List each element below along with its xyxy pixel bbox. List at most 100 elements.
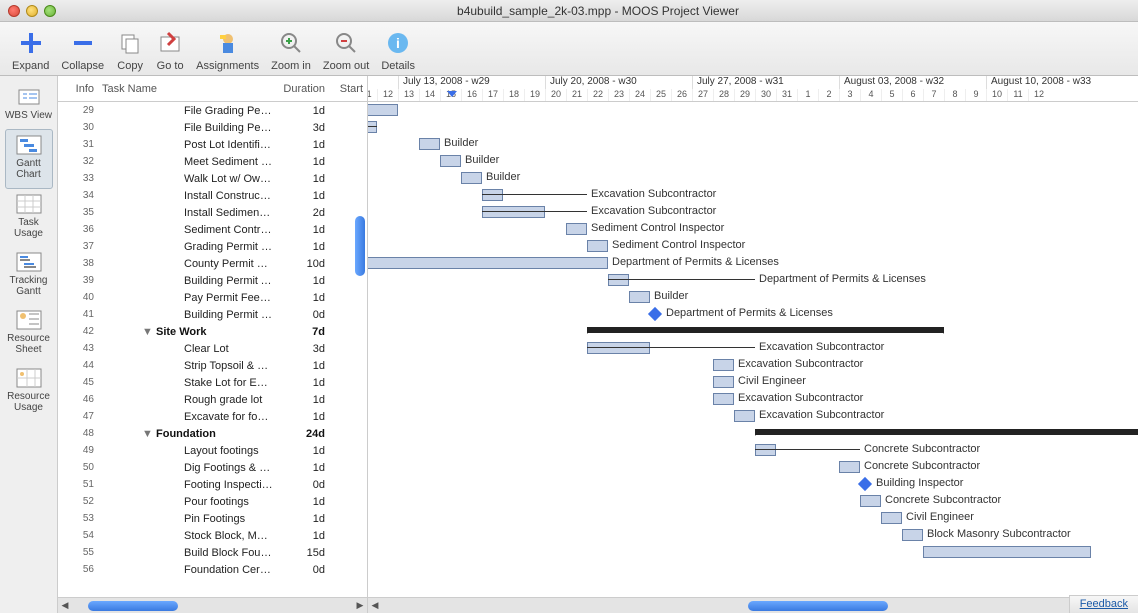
day-label: 6 (902, 89, 923, 102)
task-row[interactable]: 42▼Site Work7d (58, 323, 367, 340)
task-row[interactable]: 30File Building Per…3d (58, 119, 367, 136)
gantt-row: Concrete Subcontractor (368, 493, 1138, 510)
task-row[interactable]: 36Sediment Control…1d (58, 221, 367, 238)
task-row[interactable]: 38County Permit Pr…10d (58, 255, 367, 272)
task-bar[interactable] (566, 223, 587, 235)
task-row[interactable]: 47Excavate for fou…1d (58, 408, 367, 425)
summary-bar[interactable] (587, 327, 944, 333)
task-row[interactable]: 45Stake Lot for Exc…1d (58, 374, 367, 391)
task-row[interactable]: 31Post Lot Identific…1d (58, 136, 367, 153)
zoomin-button[interactable]: Zoom in (265, 26, 317, 74)
task-row[interactable]: 40Pay Permit Fees…1d (58, 289, 367, 306)
col-task-name[interactable]: Task Name (98, 83, 273, 95)
task-row[interactable]: 29File Grading Per…1d (58, 102, 367, 119)
goto-button[interactable]: Go to (150, 26, 190, 74)
zoom-icon[interactable] (44, 5, 56, 17)
task-row[interactable]: 50Dig Footings & In…1d (58, 459, 367, 476)
task-bar[interactable] (629, 291, 650, 303)
day-label: 16 (461, 89, 482, 102)
scroll-left-icon[interactable]: ◀ (368, 599, 382, 613)
scroll-left-icon[interactable]: ◀ (58, 599, 72, 613)
gantt-row: Concrete Subcontractor (368, 442, 1138, 459)
gantt-hscroll[interactable]: ◀ ▶ (368, 597, 1138, 613)
task-bar[interactable] (713, 376, 734, 388)
gantt-hscroll-thumb[interactable] (748, 601, 888, 611)
collapse-button[interactable]: Collapse (55, 26, 110, 74)
task-row[interactable]: 32Meet Sediment C…1d (58, 153, 367, 170)
task-row[interactable]: 53Pin Footings1d (58, 510, 367, 527)
task-row[interactable]: 39Building Permit A…1d (58, 272, 367, 289)
task-bar[interactable] (482, 189, 503, 201)
task-hscroll[interactable]: ◀ ▶ (58, 597, 367, 613)
view-resource-sheet[interactable]: Resource Sheet (5, 305, 53, 363)
view-tracking-gantt[interactable]: Tracking Gantt (5, 247, 53, 305)
task-bar[interactable] (368, 104, 398, 116)
col-info[interactable]: Info (58, 83, 98, 95)
view-task-usage[interactable]: Task Usage (5, 189, 53, 247)
resource-label: Concrete Subcontractor (864, 460, 980, 472)
details-button[interactable]: i Details (375, 26, 421, 74)
minimize-icon[interactable] (26, 5, 38, 17)
gantt-row: Department of Permits & Licenses (368, 255, 1138, 272)
task-row[interactable]: 34Install Constructi…1d (58, 187, 367, 204)
collapse-triangle-icon[interactable]: ▼ (142, 326, 152, 338)
vertical-scrollbar[interactable] (355, 216, 365, 276)
task-bar[interactable] (860, 495, 881, 507)
task-bar[interactable] (419, 138, 440, 150)
task-bar[interactable] (734, 410, 755, 422)
task-row[interactable]: 43Clear Lot3d (58, 340, 367, 357)
summary-bar[interactable] (755, 429, 1138, 435)
task-bar[interactable] (587, 240, 608, 252)
task-bar[interactable] (881, 512, 902, 524)
task-row[interactable]: 54Stock Block, Mort…1d (58, 527, 367, 544)
task-bar[interactable] (368, 257, 608, 269)
close-icon[interactable] (8, 5, 20, 17)
task-row[interactable]: 56Foundation Certif…0d (58, 561, 367, 578)
view-resource-usage[interactable]: Resource Usage (5, 363, 53, 421)
week-label: July 27, 2008 - w31 (692, 76, 839, 89)
col-start[interactable]: Start (329, 83, 367, 95)
task-bar[interactable] (608, 274, 629, 286)
task-bar[interactable] (368, 121, 377, 133)
task-row[interactable]: 55Build Block Foun…15d (58, 544, 367, 561)
task-row[interactable]: 35Install Sediment…2d (58, 204, 367, 221)
scroll-right-icon[interactable]: ▶ (353, 599, 367, 613)
zoomout-button[interactable]: Zoom out (317, 26, 375, 74)
task-row[interactable]: 46Rough grade lot1d (58, 391, 367, 408)
resource-label: Excavation Subcontractor (759, 341, 884, 353)
task-bar[interactable] (461, 172, 482, 184)
task-bar[interactable] (713, 359, 734, 371)
copy-button[interactable]: Copy (110, 26, 150, 74)
task-row[interactable]: 48▼Foundation24d (58, 425, 367, 442)
assignments-button[interactable]: Assignments (190, 26, 265, 74)
view-gantt[interactable]: Gantt Chart (5, 129, 53, 189)
task-bar[interactable] (923, 546, 1091, 558)
milestone-marker[interactable] (648, 307, 662, 321)
expand-button[interactable]: Expand (6, 26, 55, 74)
resource-label: Concrete Subcontractor (885, 494, 1001, 506)
task-bar[interactable] (839, 461, 860, 473)
task-bar[interactable] (440, 155, 461, 167)
task-row[interactable]: 44Strip Topsoil & St…1d (58, 357, 367, 374)
task-bar[interactable] (482, 206, 545, 218)
collapse-triangle-icon[interactable]: ▼ (142, 428, 152, 440)
task-table: Info Task Name Duration Start 29File Gra… (58, 76, 368, 613)
col-duration[interactable]: Duration (273, 83, 329, 95)
task-bar[interactable] (755, 444, 776, 456)
task-row[interactable]: 33Walk Lot w/ Owner1d (58, 170, 367, 187)
task-row[interactable]: 37Grading Permit I…1d (58, 238, 367, 255)
feedback-link[interactable]: Feedback (1069, 595, 1138, 613)
milestone-marker[interactable] (858, 477, 872, 491)
task-row[interactable]: 49Layout footings1d (58, 442, 367, 459)
task-row[interactable]: 41Building Permit I…0d (58, 306, 367, 323)
view-wbs[interactable]: WBS View (5, 82, 53, 129)
task-row[interactable]: 51Footing Inspection0d (58, 476, 367, 493)
resource-label: Block Masonry Subcontractor (927, 528, 1071, 540)
task-bar[interactable] (902, 529, 923, 541)
task-row[interactable]: 52Pour footings1d (58, 493, 367, 510)
task-bar[interactable] (713, 393, 734, 405)
task-hscroll-thumb[interactable] (88, 601, 178, 611)
gantt-row (368, 544, 1138, 561)
task-bar[interactable] (587, 342, 650, 354)
gantt-body[interactable]: BuilderBuilderBuilderExcavation Subcontr… (368, 102, 1138, 578)
